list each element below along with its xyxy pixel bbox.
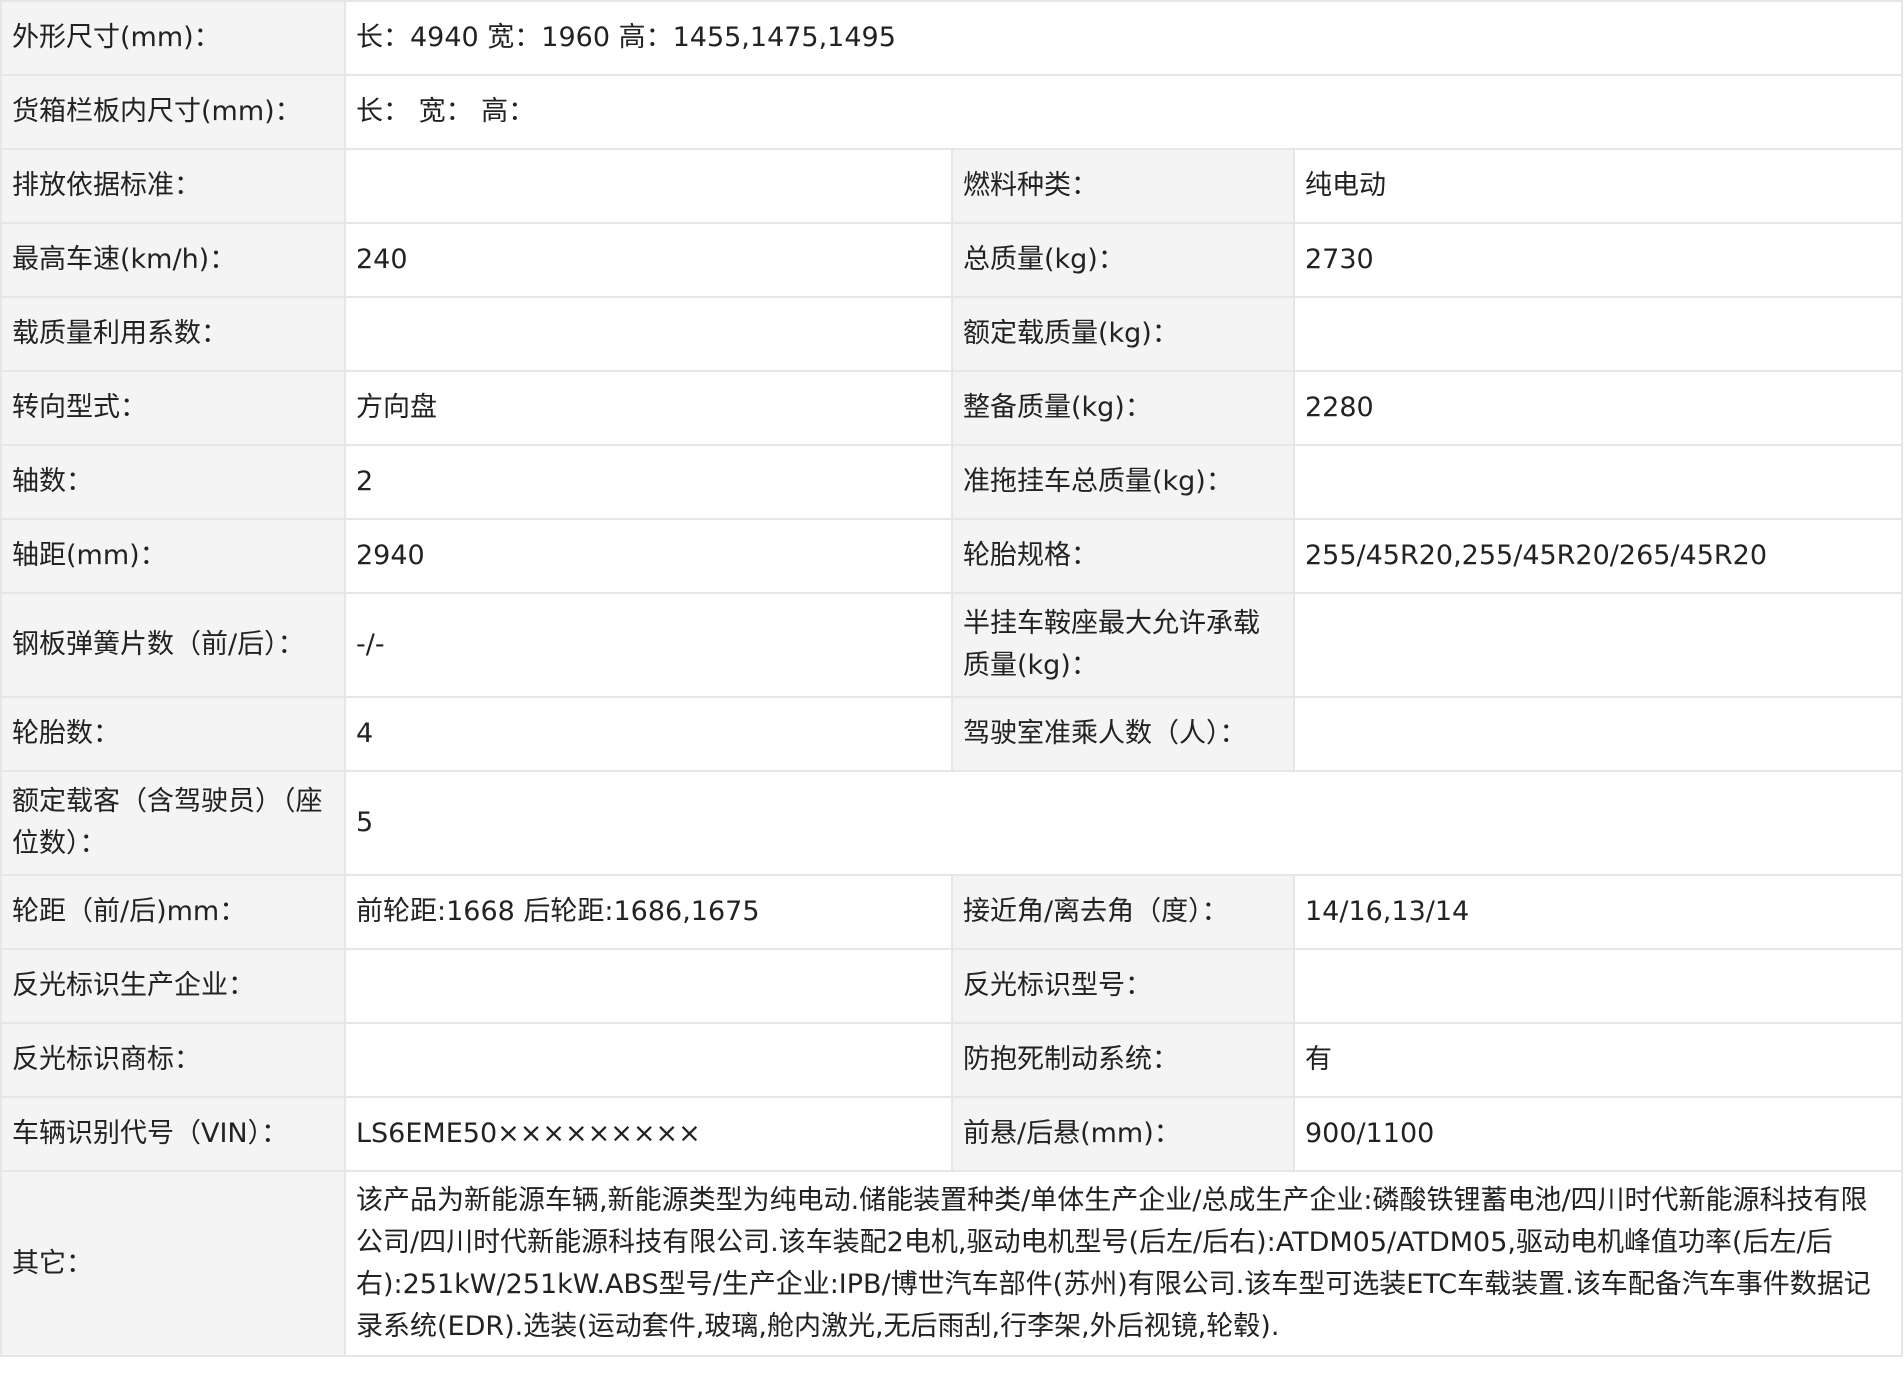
row-speed-mass: 最高车速(km/h)： 240 总质量(kg)： 2730 xyxy=(0,222,1904,298)
label-cell: 反光标识商标： xyxy=(0,1022,346,1098)
row-emission-fuel: 排放依据标准： 燃料种类： 纯电动 xyxy=(0,148,1904,224)
value-cell xyxy=(1292,296,1904,372)
row-other: 其它： 该产品为新能源车辆,新能源类型为纯电动.储能装置种类/单体生产企业/总成… xyxy=(0,1170,1904,1357)
label-cell: 车辆识别代号（VIN）： xyxy=(0,1096,346,1172)
value-cell: LS6EME50××××××××× xyxy=(344,1096,953,1172)
label-cell: 货箱栏板内尺寸(mm)： xyxy=(0,74,346,150)
label-cell: 总质量(kg)： xyxy=(951,222,1295,298)
row-load-coefficient: 载质量利用系数： 额定载质量(kg)： xyxy=(0,296,1904,372)
label-cell: 其它： xyxy=(0,1170,346,1357)
row-track-angles: 轮距（前/后)mm： 前轮距:1668 后轮距:1686,1675 接近角/离去… xyxy=(0,874,1904,950)
value-cell: 长：4940 宽：1960 高：1455,1475,1495 xyxy=(343,0,1904,76)
label-cell: 外形尺寸(mm)： xyxy=(0,0,346,76)
label-cell: 防抱死制动系统： xyxy=(951,1022,1295,1098)
value-cell xyxy=(1292,696,1904,772)
row-steering-curb-mass: 转向型式： 方向盘 整备质量(kg)： 2280 xyxy=(0,370,1904,446)
value-cell: 纯电动 xyxy=(1292,148,1904,224)
value-cell: 前轮距:1668 后轮距:1686,1675 xyxy=(344,874,953,950)
label-cell: 半挂车鞍座最大允许承载质量(kg)： xyxy=(951,592,1295,698)
value-cell: 2940 xyxy=(344,518,953,594)
row-cargo-box-dimensions: 货箱栏板内尺寸(mm)： 长： 宽： 高： xyxy=(0,74,1904,150)
label-cell: 轮距（前/后)mm： xyxy=(0,874,346,950)
value-cell: 方向盘 xyxy=(344,370,953,446)
label-cell: 额定载客（含驾驶员）（座位数）： xyxy=(0,770,346,876)
value-cell: 900/1100 xyxy=(1292,1096,1904,1172)
row-reflective-maker: 反光标识生产企业： 反光标识型号： xyxy=(0,948,1904,1024)
label-cell: 钢板弹簧片数（前/后）： xyxy=(0,592,346,698)
label-cell: 排放依据标准： xyxy=(0,148,346,224)
label-cell: 轴距(mm)： xyxy=(0,518,346,594)
label-cell: 载质量利用系数： xyxy=(0,296,346,372)
value-cell: 4 xyxy=(344,696,953,772)
row-wheelbase-tires: 轴距(mm)： 2940 轮胎规格： 255/45R20,255/45R20/2… xyxy=(0,518,1904,594)
label-cell: 整备质量(kg)： xyxy=(951,370,1295,446)
label-cell: 转向型式： xyxy=(0,370,346,446)
value-cell: 有 xyxy=(1292,1022,1904,1098)
value-cell xyxy=(1292,592,1904,698)
row-axles-trailer: 轴数： 2 准拖挂车总质量(kg)： xyxy=(0,444,1904,520)
row-leaf-springs-saddle: 钢板弹簧片数（前/后）： -/- 半挂车鞍座最大允许承载质量(kg)： xyxy=(0,592,1904,698)
label-cell: 接近角/离去角（度）： xyxy=(951,874,1295,950)
label-cell: 轮胎数： xyxy=(0,696,346,772)
label-cell: 轮胎规格： xyxy=(951,518,1295,594)
vehicle-spec-table: 外形尺寸(mm)： 长：4940 宽：1960 高：1455,1475,1495… xyxy=(0,0,1904,1357)
row-dimensions: 外形尺寸(mm)： 长：4940 宽：1960 高：1455,1475,1495 xyxy=(0,0,1904,76)
label-cell: 轴数： xyxy=(0,444,346,520)
value-cell xyxy=(1292,444,1904,520)
label-cell: 驾驶室准乘人数（人）： xyxy=(951,696,1295,772)
row-vin-overhang: 车辆识别代号（VIN）： LS6EME50××××××××× 前悬/后悬(mm)… xyxy=(0,1096,1904,1172)
row-tire-count-cab: 轮胎数： 4 驾驶室准乘人数（人）： xyxy=(0,696,1904,772)
value-cell: 2 xyxy=(344,444,953,520)
value-cell: 长： 宽： 高： xyxy=(343,74,1904,150)
value-cell: 2730 xyxy=(1292,222,1904,298)
value-cell: 2280 xyxy=(1292,370,1904,446)
label-cell: 前悬/后悬(mm)： xyxy=(951,1096,1295,1172)
row-seating: 额定载客（含驾驶员）（座位数）： 5 xyxy=(0,770,1904,876)
value-cell: 该产品为新能源车辆,新能源类型为纯电动.储能装置种类/单体生产企业/总成生产企业… xyxy=(343,1170,1904,1357)
label-cell: 反光标识生产企业： xyxy=(0,948,346,1024)
label-cell: 燃料种类： xyxy=(951,148,1295,224)
label-cell: 额定载质量(kg)： xyxy=(951,296,1295,372)
value-cell: 5 xyxy=(343,770,1904,876)
label-cell: 反光标识型号： xyxy=(951,948,1295,1024)
row-reflective-brand-abs: 反光标识商标： 防抱死制动系统： 有 xyxy=(0,1022,1904,1098)
value-cell xyxy=(344,948,953,1024)
value-cell xyxy=(344,296,953,372)
value-cell: 14/16,13/14 xyxy=(1292,874,1904,950)
label-cell: 准拖挂车总质量(kg)： xyxy=(951,444,1295,520)
value-cell xyxy=(344,1022,953,1098)
value-cell: -/- xyxy=(344,592,953,698)
value-cell xyxy=(344,148,953,224)
label-cell: 最高车速(km/h)： xyxy=(0,222,346,298)
value-cell: 255/45R20,255/45R20/265/45R20 xyxy=(1292,518,1904,594)
value-cell: 240 xyxy=(344,222,953,298)
value-cell xyxy=(1292,948,1904,1024)
